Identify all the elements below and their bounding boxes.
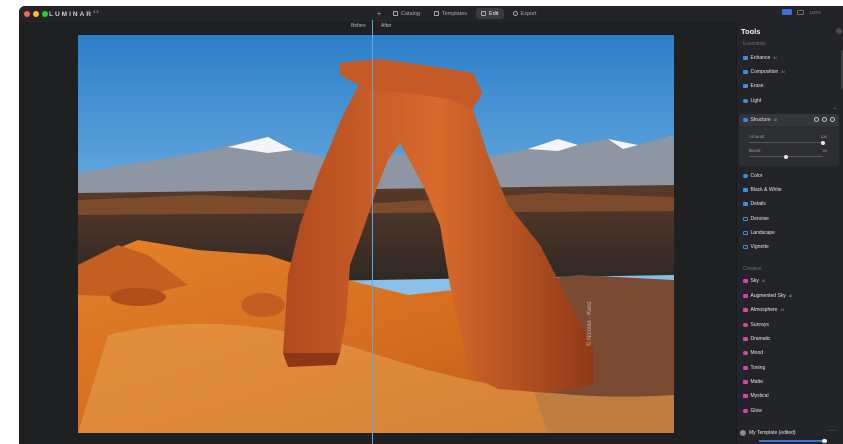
vignette-icon bbox=[743, 244, 748, 250]
color-icon bbox=[743, 173, 748, 179]
before-label: Before bbox=[351, 23, 366, 29]
compare-view-icon[interactable] bbox=[782, 9, 793, 15]
sunrays-icon bbox=[743, 322, 748, 328]
tool-vignette[interactable]: Vignette bbox=[743, 243, 769, 251]
tab-catalog[interactable]: Catalog bbox=[388, 8, 425, 19]
template-selector[interactable]: My Template (edited) bbox=[740, 430, 796, 436]
single-view-icon[interactable] bbox=[797, 9, 805, 15]
tools-panel: Tools Essentials Enhance AI Composition AI… bbox=[736, 22, 843, 444]
chevron-down-icon[interactable]: ⌄ bbox=[833, 105, 837, 111]
amount-value: 100 bbox=[820, 134, 827, 139]
after-label: After bbox=[381, 23, 392, 29]
app-logo: LUMINAR4.3 bbox=[49, 9, 99, 19]
black-white-icon bbox=[743, 187, 748, 193]
mood-icon bbox=[743, 350, 748, 356]
add-photos-button[interactable]: + bbox=[374, 9, 384, 18]
mystical-icon bbox=[743, 393, 748, 399]
export-icon bbox=[512, 11, 518, 16]
toning-icon bbox=[743, 365, 748, 371]
tab-edit[interactable]: Edit bbox=[476, 8, 504, 19]
tool-glow[interactable]: Glow bbox=[743, 407, 762, 415]
tool-black-white[interactable]: Black & White bbox=[743, 186, 782, 194]
photo-watermark: © Nicolás - Kenz bbox=[587, 301, 593, 346]
zoom-level[interactable]: 100% bbox=[809, 10, 821, 15]
arch-photo bbox=[78, 35, 674, 433]
panel-title: Tools bbox=[741, 27, 761, 36]
panel-options-icon[interactable] bbox=[836, 28, 842, 34]
amount-label: Amount bbox=[749, 134, 765, 139]
tool-sunrays[interactable]: Sunrays bbox=[743, 321, 769, 329]
tool-atmosphere[interactable]: Atmosphere AI bbox=[743, 306, 784, 314]
structure-controls bbox=[814, 117, 835, 122]
boost-slider-knob[interactable] bbox=[784, 154, 788, 159]
tab-templates[interactable]: Templates bbox=[429, 8, 472, 19]
glow-icon bbox=[743, 408, 748, 414]
structure-icon bbox=[743, 117, 748, 123]
tool-structure[interactable]: Structure AI bbox=[743, 116, 777, 124]
photo-canvas[interactable] bbox=[78, 35, 674, 433]
tool-erase[interactable]: Erase bbox=[743, 82, 764, 90]
tool-augmented-sky[interactable]: Augmented Sky AI bbox=[743, 292, 792, 300]
atmosphere-icon bbox=[743, 307, 748, 313]
section-creative: Creative bbox=[743, 266, 762, 272]
tool-details[interactable]: Details bbox=[743, 200, 766, 208]
amount-slider-knob[interactable] bbox=[821, 140, 825, 145]
template-amount-slider[interactable] bbox=[759, 440, 823, 442]
tab-export[interactable]: Export bbox=[508, 8, 542, 19]
mask-icon[interactable] bbox=[830, 117, 835, 122]
structure-tool-expanded: Structure AI Amount 100 Boost 50 bbox=[739, 114, 839, 166]
amount-slider[interactable] bbox=[749, 140, 825, 145]
boost-slider[interactable] bbox=[749, 154, 823, 159]
before-after-divider[interactable] bbox=[372, 20, 373, 444]
tool-dramatic[interactable]: Dramatic bbox=[743, 335, 771, 343]
template-amount-knob[interactable] bbox=[822, 438, 827, 443]
title-bar: LUMINAR4.3 + Catalog Templates Edit Expo… bbox=[19, 6, 843, 22]
minimize-window-button[interactable] bbox=[33, 11, 39, 17]
details-icon bbox=[743, 201, 748, 207]
matte-icon bbox=[743, 379, 748, 385]
view-controls: 100% bbox=[782, 9, 821, 15]
visibility-icon[interactable] bbox=[822, 117, 827, 122]
templates-icon bbox=[433, 11, 439, 16]
dramatic-icon bbox=[743, 336, 748, 342]
window-controls bbox=[24, 11, 48, 17]
edit-icon bbox=[481, 11, 487, 16]
boost-value: 50 bbox=[822, 148, 827, 153]
tool-enhance[interactable]: Enhance AI bbox=[743, 54, 777, 62]
denoise-icon bbox=[743, 216, 748, 222]
section-essentials: Essentials bbox=[743, 41, 766, 47]
close-window-button[interactable] bbox=[24, 11, 30, 17]
more-options-icon[interactable]: ··· bbox=[829, 428, 835, 434]
tool-composition[interactable]: Composition AI bbox=[743, 68, 785, 76]
app-window: LUMINAR4.3 + Catalog Templates Edit Expo… bbox=[19, 6, 843, 444]
zoom-window-button[interactable] bbox=[42, 11, 48, 17]
sky-icon bbox=[743, 278, 748, 284]
erase-icon bbox=[743, 83, 748, 89]
tool-light[interactable]: Light bbox=[743, 97, 761, 105]
augmented-sky-icon bbox=[743, 293, 748, 299]
main-nav: + Catalog Templates Edit Export bbox=[374, 8, 541, 19]
tool-mood[interactable]: Mood bbox=[743, 349, 763, 357]
template-icon bbox=[740, 430, 746, 436]
reset-icon[interactable] bbox=[814, 117, 819, 122]
tool-matte[interactable]: Matte bbox=[743, 378, 763, 386]
boost-label: Boost bbox=[749, 148, 761, 153]
enhance-icon bbox=[743, 55, 748, 61]
tool-denoise[interactable]: Denoise bbox=[743, 215, 769, 223]
tool-sky[interactable]: Sky AI bbox=[743, 277, 765, 285]
tool-landscape[interactable]: Landscape bbox=[743, 229, 775, 237]
tool-mystical[interactable]: Mystical bbox=[743, 392, 769, 400]
landscape-icon bbox=[743, 230, 748, 236]
tool-color[interactable]: Color bbox=[743, 172, 762, 180]
catalog-icon bbox=[393, 11, 398, 16]
light-icon bbox=[743, 98, 748, 104]
tool-toning[interactable]: Toning bbox=[743, 364, 765, 372]
composition-icon bbox=[743, 69, 748, 75]
